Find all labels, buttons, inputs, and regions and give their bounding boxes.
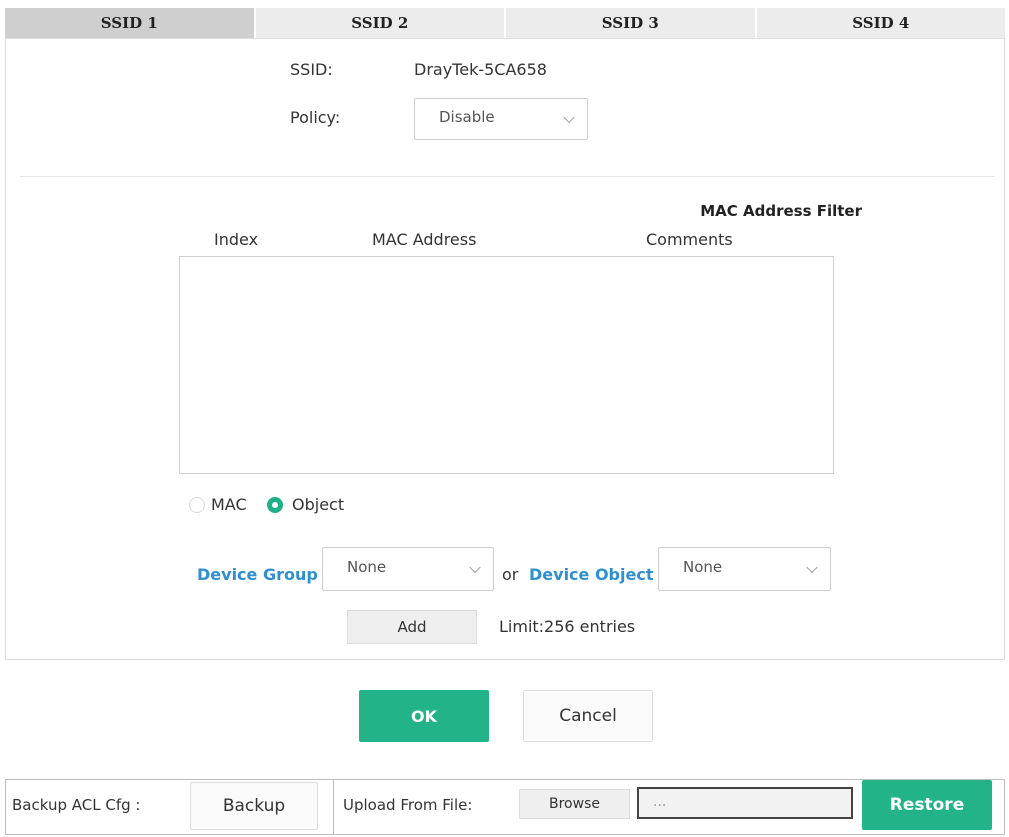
column-index: Index (214, 230, 259, 249)
ok-button[interactable]: OK (359, 690, 489, 742)
device-group-link[interactable]: Device Group (197, 565, 318, 584)
limit-text: Limit:256 entries (499, 617, 636, 636)
policy-select-value: Disable (439, 108, 495, 127)
chevron-down-icon (806, 561, 818, 574)
radio-object-label: Object (292, 495, 345, 514)
radio-mac[interactable] (189, 497, 205, 513)
device-object-link[interactable]: Device Object (529, 565, 653, 584)
device-object-value: None (683, 558, 723, 577)
cancel-button[interactable]: Cancel (523, 690, 653, 742)
mac-filter-title: MAC Address Filter (700, 202, 862, 220)
chevron-down-icon (469, 561, 481, 574)
column-comments: Comments (646, 230, 733, 249)
or-text: or (502, 565, 519, 584)
device-object-select[interactable]: None (658, 547, 831, 591)
column-mac-address: MAC Address (372, 230, 477, 249)
policy-label: Policy: (290, 108, 341, 127)
radio-mac-label: MAC (211, 495, 247, 514)
policy-select[interactable]: Disable (414, 98, 588, 140)
mac-filter-list[interactable] (179, 256, 834, 474)
tab-ssid-1[interactable]: SSID 1 (5, 8, 256, 38)
restore-button[interactable]: Restore (862, 780, 992, 830)
add-button[interactable]: Add (347, 610, 477, 644)
backup-restore-bar (5, 779, 1005, 835)
radio-object[interactable] (267, 497, 283, 513)
chevron-down-icon (563, 111, 575, 124)
device-group-select[interactable]: None (322, 547, 494, 591)
ssid-tabs: SSID 1 SSID 2 SSID 3 SSID 4 (5, 8, 1005, 38)
browse-button[interactable]: Browse (519, 789, 630, 819)
file-path-field[interactable]: ... (637, 787, 853, 819)
section-divider (20, 176, 995, 177)
tab-ssid-4[interactable]: SSID 4 (756, 8, 1005, 38)
ssid-value: DrayTek-5CA658 (414, 60, 547, 79)
device-group-value: None (347, 558, 387, 577)
tab-ssid-2[interactable]: SSID 2 (255, 8, 506, 38)
ssid-label: SSID: (290, 60, 333, 79)
backup-button[interactable]: Backup (190, 782, 318, 830)
tab-ssid-3[interactable]: SSID 3 (506, 8, 757, 38)
bar-separator (333, 779, 334, 835)
upload-label: Upload From File: (343, 796, 473, 814)
backup-label: Backup ACL Cfg : (12, 796, 141, 814)
